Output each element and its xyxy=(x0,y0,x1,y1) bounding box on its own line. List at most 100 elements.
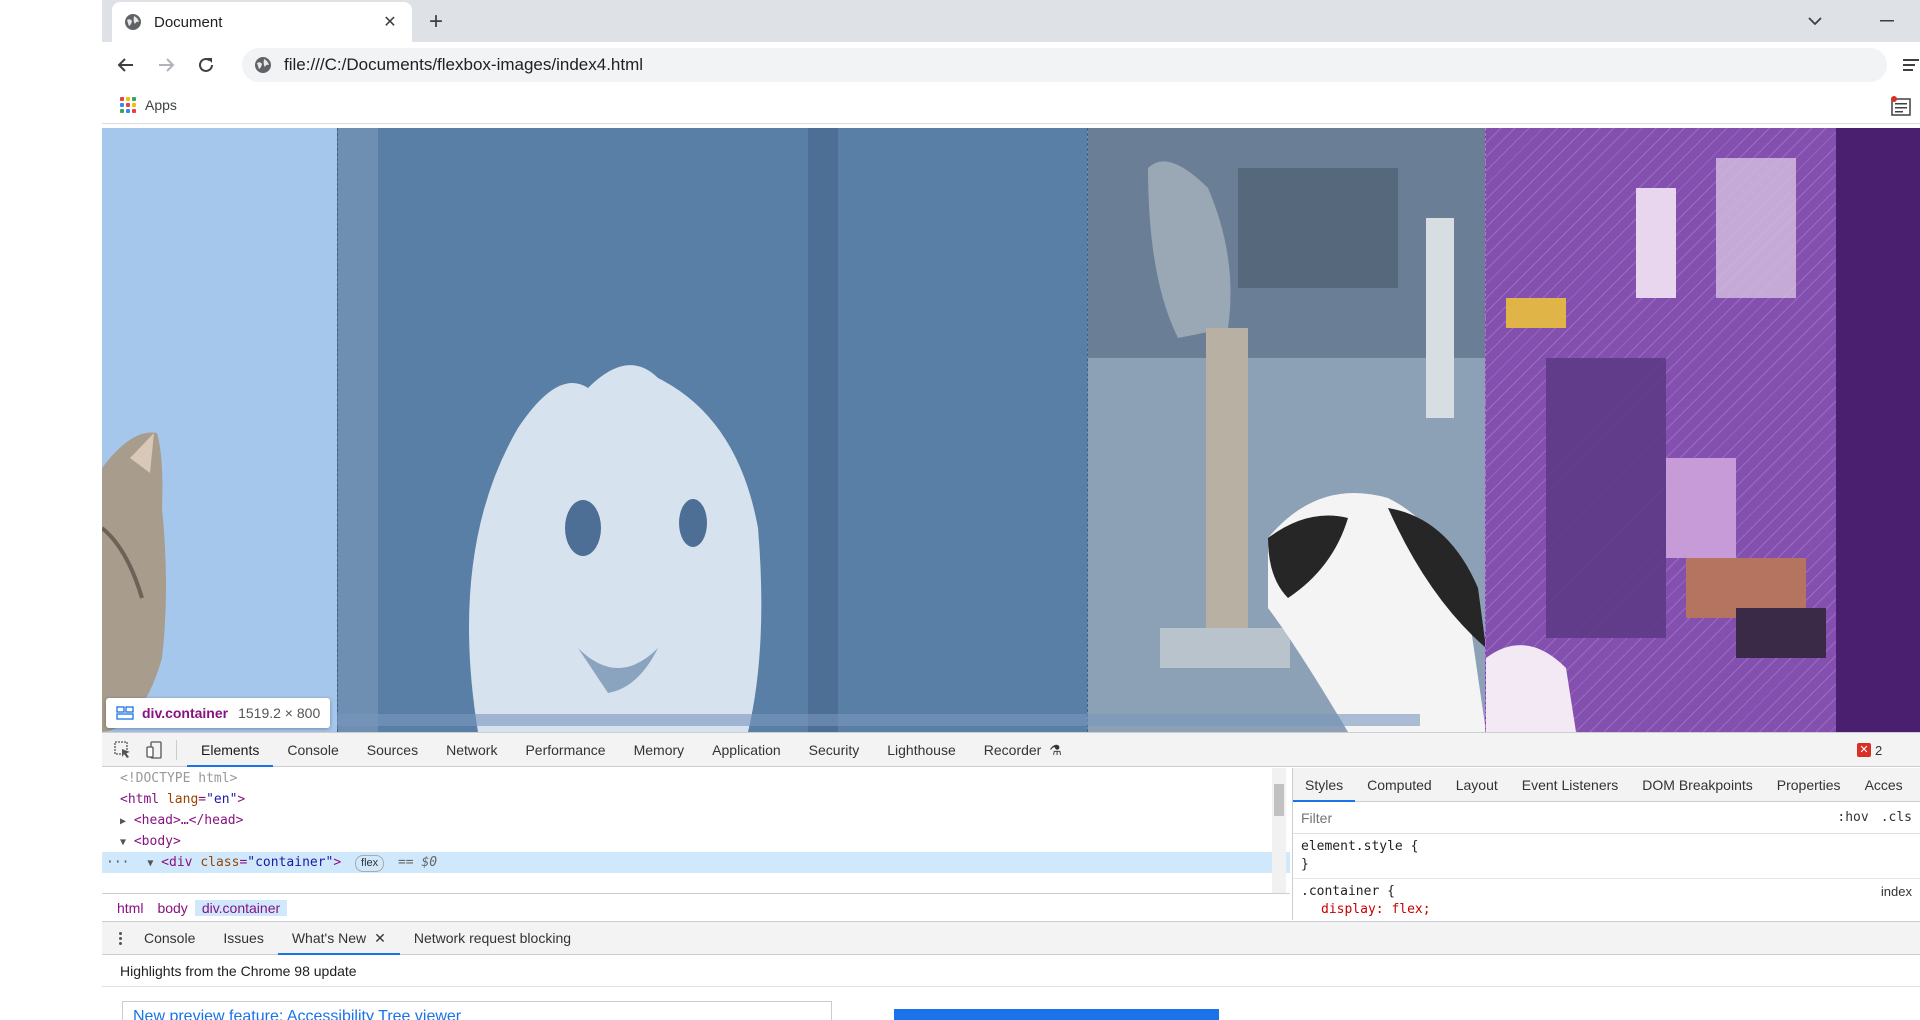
div-tag-close: > xyxy=(333,855,342,870)
tab-sources[interactable]: Sources xyxy=(353,733,432,767)
tab-performance[interactable]: Performance xyxy=(511,733,619,767)
tab-lighthouse[interactable]: Lighthouse xyxy=(873,733,970,767)
breadcrumb-html[interactable]: html xyxy=(110,900,150,916)
whats-new-card-link[interactable]: New preview feature: Accessibility Tree … xyxy=(122,1001,832,1020)
globe-icon xyxy=(255,57,271,73)
drawer-tab-network-request-blocking[interactable]: Network request blocking xyxy=(400,921,585,955)
styles-filter-input[interactable] xyxy=(1301,805,1826,830)
tab-layout[interactable]: Layout xyxy=(1444,768,1510,802)
class-attr: class xyxy=(200,855,240,870)
dom-node-container[interactable]: ··· ▼ <div class="container"> flex == $0 xyxy=(102,852,1290,873)
drawer-tab-issues[interactable]: Issues xyxy=(209,921,277,955)
tab-title: Document xyxy=(154,13,223,31)
arrow-right-icon xyxy=(159,58,175,72)
tab-elements[interactable]: Elements xyxy=(187,733,274,767)
minimize-button[interactable] xyxy=(1872,9,1902,33)
class-value: "container" xyxy=(247,855,334,870)
element-style-rule[interactable]: element.style { } xyxy=(1293,834,1920,879)
reading-list-icon[interactable] xyxy=(1902,56,1920,74)
dom-node-doctype[interactable]: <!DOCTYPE html> xyxy=(102,768,1290,789)
browser-toolbar: file:///C:/Documents/flexbox-images/inde… xyxy=(102,42,1920,88)
container-selector: .container { xyxy=(1301,884,1395,899)
tab-memory[interactable]: Memory xyxy=(620,733,699,767)
drawer-tab-console[interactable]: Console xyxy=(130,921,209,955)
chevron-down-icon xyxy=(1808,17,1822,26)
inspect-element-button[interactable] xyxy=(112,739,134,761)
tab-application[interactable]: Application xyxy=(698,733,795,767)
collapse-triangle-icon[interactable]: ▼ xyxy=(120,837,126,848)
page-horizontal-scrollbar[interactable] xyxy=(337,714,1420,726)
tab-computed[interactable]: Computed xyxy=(1355,768,1444,802)
selected-node-ref: == $0 xyxy=(397,855,438,870)
cls-toggle[interactable]: .cls xyxy=(1881,810,1912,825)
tab-event-listeners[interactable]: Event Listeners xyxy=(1510,768,1631,802)
hov-toggle[interactable]: :hov xyxy=(1837,810,1868,825)
cat-image-3 xyxy=(1087,128,1485,732)
inspect-element-size: 1519.2 × 800 xyxy=(238,705,321,721)
tab-dom-breakpoints[interactable]: DOM Breakpoints xyxy=(1630,768,1764,802)
page-viewport: div.container 1519.2 × 800 xyxy=(102,128,1920,732)
close-tab-icon[interactable]: ✕ xyxy=(380,12,400,32)
minimize-icon xyxy=(1880,20,1894,22)
whats-new-preview-image xyxy=(894,1009,1219,1020)
apps-shortcut[interactable]: Apps xyxy=(120,97,177,113)
arrow-left-icon xyxy=(117,58,133,72)
reading-list-icon[interactable] xyxy=(1890,96,1912,118)
tab-properties[interactable]: Properties xyxy=(1765,768,1853,802)
tab-recorder[interactable]: Recorder ⚗ xyxy=(970,733,1076,767)
tab-search-button[interactable] xyxy=(1802,9,1828,33)
browser-window: Document ✕ + file:///C:/Documents/flexbo… xyxy=(102,0,1920,1020)
error-count-badge[interactable]: ✕ 2 xyxy=(1857,739,1882,761)
reload-icon xyxy=(199,57,213,72)
drawer-tab-whats-new[interactable]: What's New ✕ xyxy=(277,921,400,955)
dom-tree-scrollbar[interactable] xyxy=(1272,768,1286,893)
dom-node-body[interactable]: ▼ <body> xyxy=(102,831,1290,852)
globe-icon xyxy=(125,14,141,30)
cat-image-2 xyxy=(337,128,1087,732)
cat-image-4-scene xyxy=(1486,128,1920,732)
error-icon: ✕ xyxy=(1857,743,1871,757)
cursor-select-icon xyxy=(114,740,130,758)
back-button[interactable] xyxy=(112,51,140,79)
scrollbar-thumb[interactable] xyxy=(1274,784,1284,816)
cat-image-4 xyxy=(1485,128,1920,732)
html-tag-open: <html xyxy=(120,792,160,807)
display-property[interactable]: display: flex; xyxy=(1301,901,1912,919)
tab-document[interactable]: Document ✕ xyxy=(112,2,412,42)
cat-image-1-scene xyxy=(102,432,166,732)
dom-node-head[interactable]: ▶ <head>…</head> xyxy=(102,810,1290,831)
body-tag: <body> xyxy=(133,834,181,849)
address-bar[interactable]: file:///C:/Documents/flexbox-images/inde… xyxy=(242,48,1887,82)
rule-source-link[interactable]: index xyxy=(1881,883,1912,901)
element-style-selector: element.style { xyxy=(1301,839,1419,854)
tab-console[interactable]: Console xyxy=(273,733,352,767)
inspect-tooltip: div.container 1519.2 × 800 xyxy=(106,698,331,728)
forward-button[interactable] xyxy=(152,51,180,79)
new-tab-button[interactable]: + xyxy=(422,8,450,36)
breadcrumb-body[interactable]: body xyxy=(150,900,194,916)
device-toolbar-button[interactable] xyxy=(144,739,166,761)
divider xyxy=(176,739,177,760)
drawer-tab-whats-new-label: What's New xyxy=(291,930,367,946)
container-rule[interactable]: index .container { display: flex; xyxy=(1293,879,1920,924)
dom-node-html[interactable]: <html lang="en"> xyxy=(102,789,1290,810)
expand-triangle-icon[interactable]: ▶ xyxy=(120,816,126,827)
tab-network[interactable]: Network xyxy=(432,733,511,767)
styles-tabs: Styles Computed Layout Event Listeners D… xyxy=(1293,768,1920,802)
whats-new-heading: Highlights from the Chrome 98 update xyxy=(102,955,1920,987)
devtools-panel: Elements Console Sources Network Perform… xyxy=(102,732,1920,1020)
more-options-icon[interactable] xyxy=(110,931,130,945)
tab-security[interactable]: Security xyxy=(795,733,874,767)
breadcrumb-container[interactable]: div.container xyxy=(194,899,288,916)
flex-container-icon xyxy=(116,706,134,720)
collapse-triangle-icon[interactable]: ▼ xyxy=(147,858,153,869)
flex-badge[interactable]: flex xyxy=(355,855,385,872)
lang-attr: lang xyxy=(166,792,199,807)
reload-button[interactable] xyxy=(192,51,220,79)
close-icon[interactable]: ✕ xyxy=(374,921,386,955)
breadcrumb: html body div.container xyxy=(102,893,1290,921)
tab-accessibility[interactable]: Acces xyxy=(1853,768,1915,802)
equals-sign: = xyxy=(198,792,207,807)
tab-styles[interactable]: Styles xyxy=(1293,768,1356,802)
more-icon[interactable]: ··· xyxy=(106,855,129,870)
